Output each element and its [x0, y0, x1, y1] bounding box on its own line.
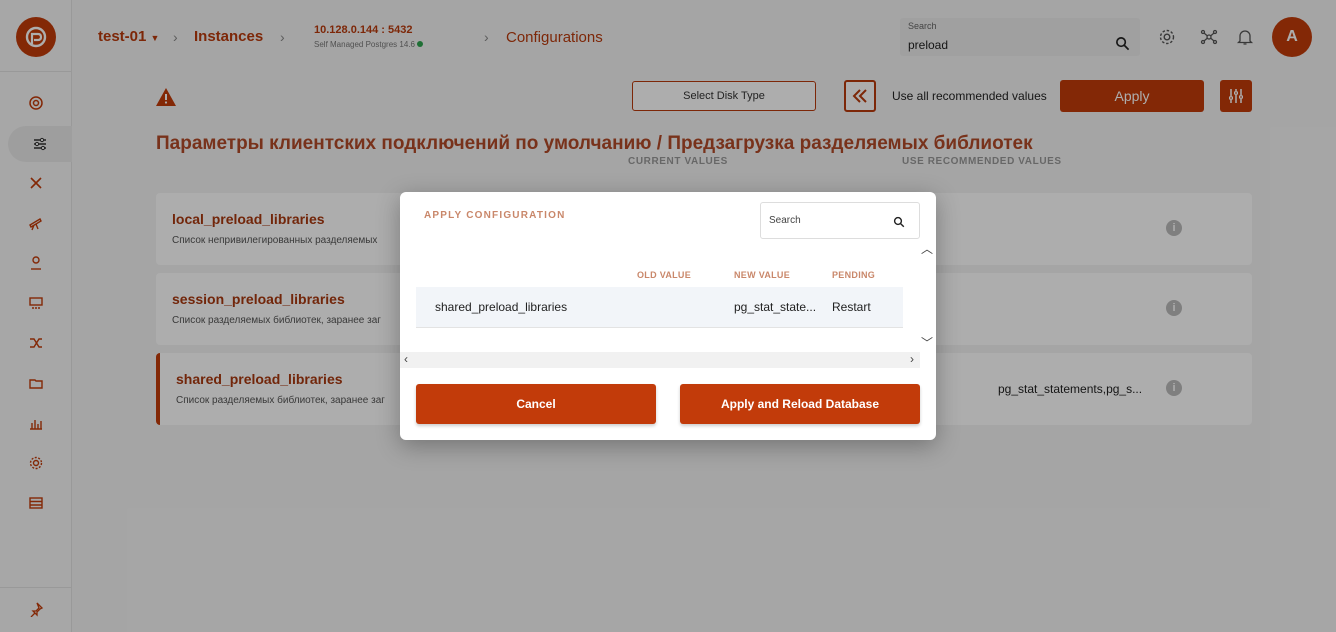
scroll-down-icon[interactable]: ﹀ [921, 334, 933, 351]
scroll-left-icon[interactable]: ‹ [404, 352, 408, 366]
column-header-old-value: OLD VALUE [637, 270, 692, 280]
dialog-search-input[interactable]: Search [760, 202, 920, 239]
search-icon[interactable] [893, 216, 905, 228]
row-pending: Restart [832, 300, 871, 314]
dialog-title: APPLY CONFIGURATION [424, 210, 566, 221]
row-new-value: pg_stat_state... [734, 300, 817, 314]
apply-and-reload-button[interactable]: Apply and Reload Database [680, 384, 920, 424]
column-header-new-value: NEW VALUE [734, 270, 791, 280]
scroll-right-icon[interactable]: › [910, 352, 914, 366]
vertical-scrollbar[interactable]: ︿ ﹀ [918, 240, 936, 352]
dialog-search-placeholder: Search [769, 215, 801, 226]
table-row[interactable]: shared_preload_libraries pg_stat_state..… [416, 287, 903, 328]
column-header-pending: PENDING [832, 270, 876, 280]
cancel-button[interactable]: Cancel [416, 384, 656, 424]
apply-configuration-dialog: APPLY CONFIGURATION Search OLD VALUE NEW… [400, 192, 936, 440]
horizontal-scrollbar[interactable]: ‹ › [400, 352, 920, 368]
scroll-up-icon[interactable]: ︿ [921, 240, 933, 257]
row-parameter-name: shared_preload_libraries [435, 300, 568, 314]
